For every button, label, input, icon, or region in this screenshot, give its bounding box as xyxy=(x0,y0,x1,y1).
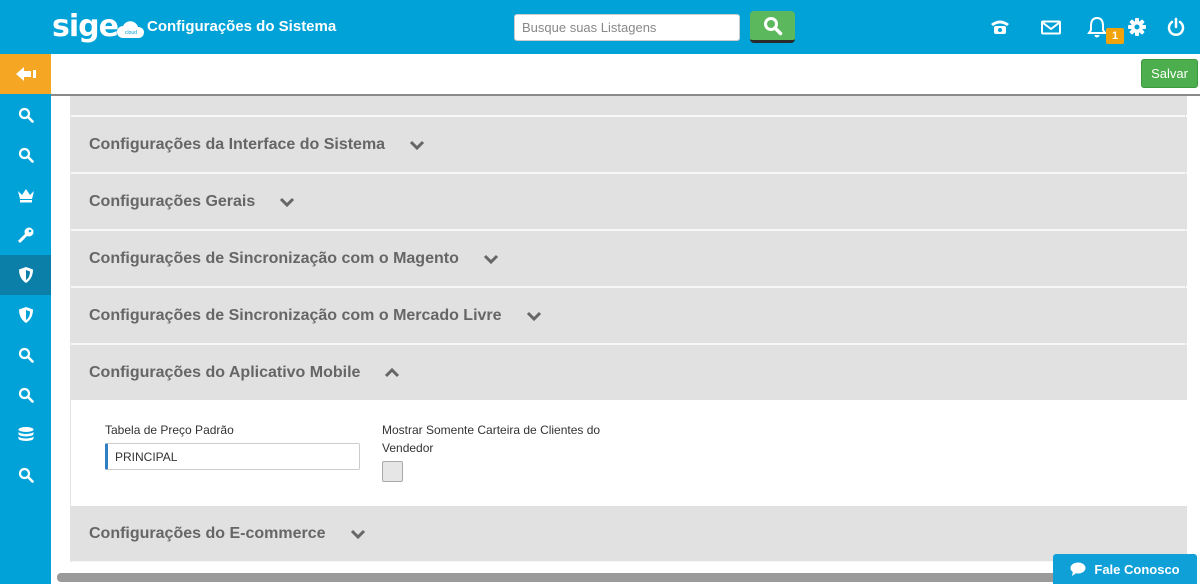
section-general[interactable]: Configurações Gerais xyxy=(71,174,1187,229)
top-bar: sige cloud Configurações do Sistema 1 xyxy=(0,0,1200,54)
sidebar-item-security-active[interactable] xyxy=(0,255,51,295)
chevron-down-icon xyxy=(409,139,425,151)
only-clients-label-line1: Mostrar Somente Carteira de Clientes do xyxy=(382,423,601,437)
price-table-label: Tabela de Preço Padrão xyxy=(105,423,234,437)
sidebar-item-search-1[interactable] xyxy=(0,95,51,135)
shield-icon xyxy=(18,267,33,283)
section-title: Configurações do E-commerce xyxy=(89,524,326,542)
section-magento[interactable]: Configurações de Sincronização com o Mag… xyxy=(71,231,1187,286)
shield-icon xyxy=(18,307,33,323)
section-mobile-app[interactable]: Configurações do Aplicativo Mobile xyxy=(71,345,1187,400)
chat-label: Fale Conosco xyxy=(1094,561,1180,577)
toolbar xyxy=(51,54,1200,96)
section-interface[interactable]: Configurações da Interface do Sistema xyxy=(71,117,1187,172)
section-mercado-livre[interactable]: Configurações de Sincronização com o Mer… xyxy=(71,288,1187,343)
sidebar-item-database[interactable] xyxy=(0,415,51,455)
chevron-down-icon xyxy=(483,253,499,265)
only-clients-label: Mostrar Somente Carteira de Clientes do … xyxy=(382,421,600,457)
sidebar-item-crown[interactable] xyxy=(0,175,51,215)
cloud-icon: cloud xyxy=(117,21,145,38)
sidebar-item-security[interactable] xyxy=(0,295,51,335)
back-button[interactable] xyxy=(0,54,51,94)
chat-button[interactable]: Fale Conosco xyxy=(1053,554,1197,584)
sidebar-item-search-2[interactable] xyxy=(0,135,51,175)
mobile-app-settings: Tabela de Preço Padrão Mostrar Somente C… xyxy=(71,400,1187,506)
mail-icon xyxy=(1041,20,1061,34)
search-icon xyxy=(18,467,34,483)
logo-text: sige xyxy=(52,9,119,44)
save-button[interactable]: Salvar xyxy=(1141,59,1198,88)
chat-bubble-icon xyxy=(1070,562,1086,576)
crown-icon xyxy=(17,189,34,203)
sidebar-item-search-5[interactable] xyxy=(0,455,51,495)
gear-icon xyxy=(1128,18,1146,36)
sidebar xyxy=(0,54,51,584)
database-icon xyxy=(18,427,33,441)
section-title: Configurações da Interface do Sistema xyxy=(89,135,386,153)
search-icon xyxy=(18,347,34,363)
page-title: Configurações do Sistema xyxy=(147,18,337,35)
only-clients-label-line2: Vendedor xyxy=(382,441,434,455)
search-icon xyxy=(18,107,34,123)
horizontal-scrollbar[interactable] xyxy=(57,573,1197,582)
section-partial xyxy=(71,96,1187,115)
chevron-up-icon xyxy=(384,367,400,379)
price-table-field[interactable] xyxy=(105,443,360,470)
power-icon xyxy=(1167,17,1185,36)
bell-icon xyxy=(1087,16,1107,38)
arrow-left-icon xyxy=(15,67,36,81)
section-title: Configurações de Sincronização com o Mer… xyxy=(89,306,502,324)
search-button[interactable] xyxy=(750,11,795,43)
section-title: Configurações do Aplicativo Mobile xyxy=(89,363,361,381)
search-input[interactable] xyxy=(514,14,740,41)
notification-badge: 1 xyxy=(1106,28,1124,44)
search-icon xyxy=(18,147,34,163)
sidebar-item-key[interactable] xyxy=(0,215,51,255)
section-title: Configurações Gerais xyxy=(89,192,256,210)
chevron-down-icon xyxy=(526,310,542,322)
section-title: Configurações de Sincronização com o Mag… xyxy=(89,249,459,267)
section-ecommerce[interactable]: Configurações do E-commerce xyxy=(71,506,1187,561)
chevron-down-icon xyxy=(279,196,295,208)
phone-button[interactable] xyxy=(988,16,1012,38)
sidebar-item-search-3[interactable] xyxy=(0,335,51,375)
logout-button[interactable] xyxy=(1164,16,1188,38)
chevron-down-icon xyxy=(350,528,366,540)
search-icon xyxy=(18,387,34,403)
mail-button[interactable] xyxy=(1039,16,1063,38)
only-clients-checkbox[interactable] xyxy=(382,461,403,482)
logo-cloud-text: cloud xyxy=(125,30,137,36)
sidebar-item-search-4[interactable] xyxy=(0,375,51,415)
settings-panel: Configurações da Interface do Sistema Co… xyxy=(70,96,1187,562)
key-icon xyxy=(17,227,33,244)
settings-button[interactable] xyxy=(1125,16,1149,38)
phone-icon xyxy=(991,20,1009,34)
search-icon xyxy=(763,16,782,35)
